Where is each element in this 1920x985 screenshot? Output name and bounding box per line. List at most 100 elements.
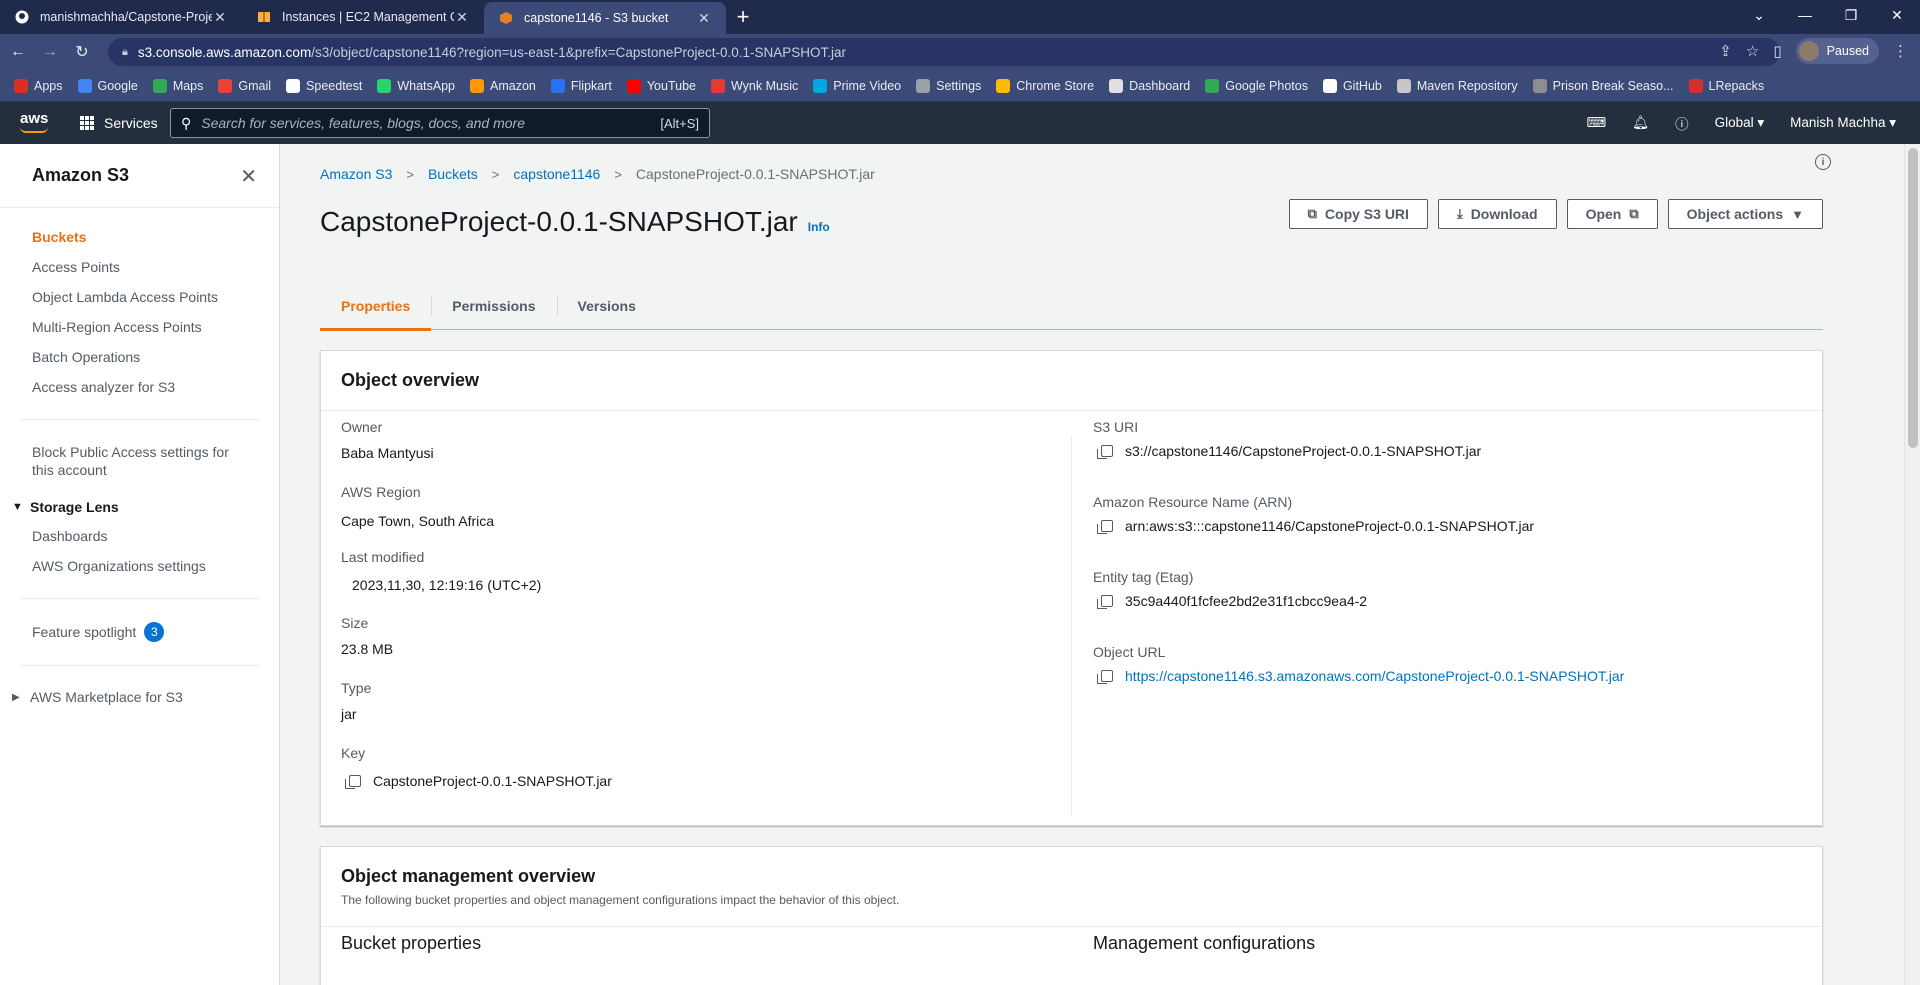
object-actions-button[interactable]: Object actions ▼ <box>1667 199 1823 229</box>
url-field[interactable]: 🔒︎ s3.console.aws.amazon.com/s3/object/c… <box>108 38 1780 66</box>
sidebar-item-dashboards[interactable]: Dashboards <box>0 521 279 551</box>
bookmark-favicon-icon <box>1396 78 1411 93</box>
aws-search-input[interactable]: ⚲ Search for services, features, blogs, … <box>170 108 710 138</box>
browser-tab-s3[interactable]: capstone1146 - S3 bucket ✕ <box>484 2 726 34</box>
sidebar-item-access-points[interactable]: Access Points <box>0 252 279 282</box>
bookmark-item[interactable]: LRepacks <box>1688 78 1765 93</box>
cloudshell-icon[interactable]: ⌨ <box>1586 115 1606 131</box>
bookmark-item[interactable]: Chrome Store <box>996 78 1095 93</box>
bookmark-item[interactable]: Google Photos <box>1205 78 1308 93</box>
sidebar-item-org-settings[interactable]: AWS Organizations settings <box>0 551 279 581</box>
bookmark-item[interactable]: Settings <box>916 78 981 93</box>
close-tab-icon[interactable]: ✕ <box>212 9 228 26</box>
external-link-icon: ⧉ <box>1629 206 1639 221</box>
panel-heading: Object overview <box>341 370 480 390</box>
account-menu[interactable]: Manish Machha ▾ <box>1790 115 1896 131</box>
info-icon[interactable]: i <box>1815 154 1831 170</box>
copy-icon[interactable] <box>1097 445 1113 459</box>
bookmark-item[interactable]: Amazon <box>470 78 536 93</box>
download-button[interactable]: ⤓ Download <box>1437 199 1557 229</box>
bookmark-item[interactable]: Apps <box>14 78 63 93</box>
chevron-down-icon[interactable]: ⌄ <box>1736 0 1782 30</box>
bookmark-label: Chrome Store <box>1016 78 1095 93</box>
aws-logo[interactable]: aws <box>20 110 50 136</box>
sidebar-item-batch-operations[interactable]: Batch Operations <box>0 342 279 372</box>
bookmark-item[interactable]: Dashboard <box>1109 78 1191 93</box>
lock-icon: 🔒︎ <box>122 45 128 58</box>
bookmark-item[interactable]: WhatsApp <box>377 78 455 93</box>
sidebar-item-block-public-access[interactable]: Block Public Access settings for this acc… <box>0 437 279 485</box>
menu-kebab-icon[interactable]: ⋮ <box>1893 42 1908 60</box>
sidebar: Amazon S3 ✕ Buckets Access Points Object… <box>0 144 280 985</box>
bookmark-label: Gmail <box>238 78 272 93</box>
sidebar-item-marketplace[interactable]: ▶ AWS Marketplace for S3 <box>0 683 279 711</box>
sidebar-item-multi-region[interactable]: Multi-Region Access Points <box>0 312 279 342</box>
tab-versions[interactable]: Versions <box>556 282 657 329</box>
copy-icon[interactable] <box>345 775 361 789</box>
bookmark-item[interactable]: Google <box>77 78 138 93</box>
new-tab-button[interactable]: + <box>726 0 760 34</box>
breadcrumb-amazon-s3[interactable]: Amazon S3 <box>320 166 392 182</box>
bookmark-favicon-icon <box>710 78 725 93</box>
sidebar-item-access-analyzer[interactable]: Access analyzer for S3 <box>0 372 279 402</box>
share-icon[interactable]: ⇪ <box>1719 42 1732 60</box>
bookmark-item[interactable]: GitHub <box>1322 78 1382 93</box>
sidepanel-icon[interactable]: ▯ <box>1773 42 1781 60</box>
sidebar-item-object-lambda[interactable]: Object Lambda Access Points <box>0 282 279 312</box>
breadcrumb-buckets[interactable]: Buckets <box>428 166 478 182</box>
forward-arrow-icon[interactable]: → <box>36 38 64 66</box>
sidebar-item-feature-spotlight[interactable]: Feature spotlight 3 <box>0 616 279 648</box>
close-window-icon[interactable]: ✕ <box>1874 0 1920 30</box>
info-link[interactable]: Info <box>808 220 830 234</box>
aws-logo-text: aws <box>20 110 49 127</box>
chevron-right-icon: > <box>614 166 622 182</box>
bookmark-label: Maven Repository <box>1416 78 1518 93</box>
copy-icon[interactable] <box>1097 520 1113 534</box>
browser-tab-github[interactable]: manishmachha/Capstone-Project ✕ <box>0 0 242 34</box>
reload-icon[interactable]: ↻ <box>68 38 96 66</box>
profile-button[interactable]: Paused <box>1795 38 1879 64</box>
bookmark-item[interactable]: YouTube <box>626 78 696 93</box>
bookmark-item[interactable]: Prison Break Seaso... <box>1532 78 1674 93</box>
browser-tab-title: Instances | EC2 Management Con <box>282 10 454 24</box>
bookmark-item[interactable]: Flipkart <box>550 78 612 93</box>
help-icon[interactable]: ⓘ <box>1675 113 1689 133</box>
sidebar-section-storage-lens[interactable]: ▼ Storage Lens <box>0 493 279 521</box>
region-selector[interactable]: Global ▾ <box>1715 115 1765 131</box>
bookmark-label: LRepacks <box>1708 78 1765 93</box>
bookmark-item[interactable]: Speedtest <box>286 78 362 93</box>
close-tab-icon[interactable]: ✕ <box>696 10 712 27</box>
sidebar-item-buckets[interactable]: Buckets <box>0 222 279 252</box>
page-scrollbar[interactable] <box>1904 144 1920 985</box>
object-url-link[interactable]: https://capstone1146.s3.amazonaws.com/Ca… <box>1125 668 1624 684</box>
tab-permissions[interactable]: Permissions <box>431 282 556 329</box>
bell-icon[interactable]: 🔔︎ <box>1632 115 1649 131</box>
open-button[interactable]: Open ⧉ <box>1566 199 1658 229</box>
download-label: Download <box>1470 206 1538 222</box>
close-icon[interactable]: ✕ <box>240 164 257 189</box>
services-menu[interactable]: Services <box>80 115 158 131</box>
scrollbar-thumb[interactable] <box>1908 148 1918 448</box>
bookmark-item[interactable]: Wynk Music <box>710 78 798 93</box>
bookmark-item[interactable]: Maven Repository <box>1396 78 1518 93</box>
close-tab-icon[interactable]: ✕ <box>454 9 470 26</box>
bookmark-item[interactable]: Prime Video <box>813 78 901 93</box>
block-public-line1: Block Public Access settings for <box>32 444 229 460</box>
panel-description: The following bucket properties and obje… <box>341 893 900 907</box>
tab-properties[interactable]: Properties <box>320 282 432 331</box>
star-icon[interactable]: ☆ <box>1746 42 1759 60</box>
back-arrow-icon[interactable]: ← <box>4 38 32 66</box>
aws-nav-right: ⌨ 🔔︎ ⓘ Global ▾ Manish Machha ▾ <box>1586 102 1896 144</box>
bookmark-item[interactable]: Gmail <box>218 78 272 93</box>
copy-s3-uri-button[interactable]: ⧉ Copy S3 URI <box>1288 199 1428 229</box>
breadcrumb-bucket[interactable]: capstone1146 <box>513 166 600 182</box>
browser-tab-ec2[interactable]: Instances | EC2 Management Con ✕ <box>242 0 484 34</box>
panel-header: Object overview <box>321 351 1822 411</box>
minimize-icon[interactable]: — <box>1782 0 1828 30</box>
restore-icon[interactable]: ❐ <box>1828 0 1874 30</box>
copy-icon[interactable] <box>1097 595 1113 609</box>
bookmark-item[interactable]: Maps <box>152 78 203 93</box>
bookmark-label: Dashboard <box>1129 78 1191 93</box>
services-label: Services <box>104 115 158 131</box>
copy-icon[interactable] <box>1097 670 1113 684</box>
